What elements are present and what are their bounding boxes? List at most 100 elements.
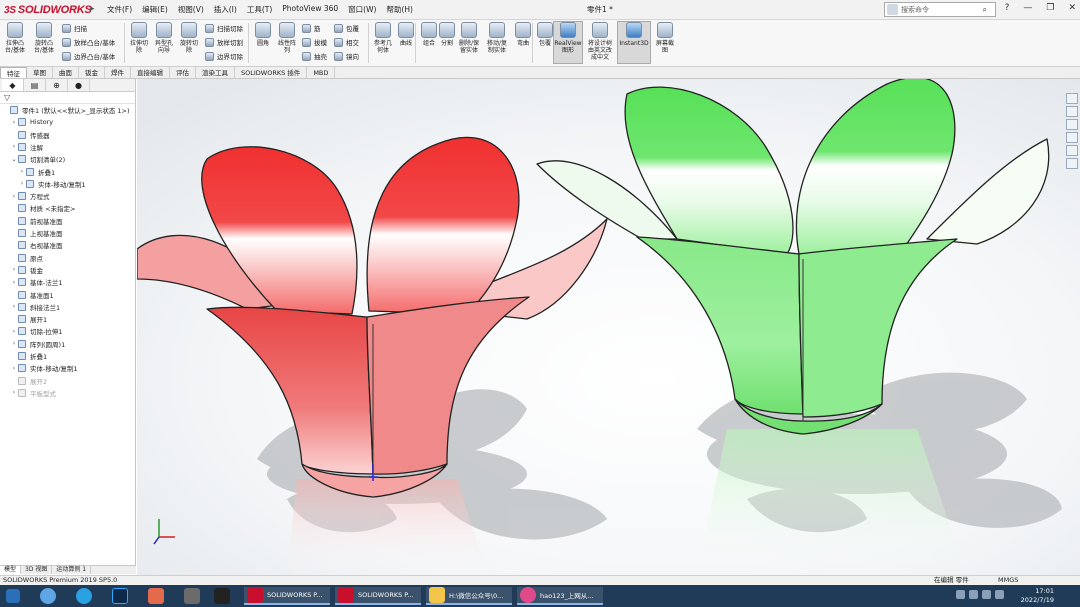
feature-tree-item[interactable]: 展开1 <box>0 313 47 325</box>
expand-arrow-icon[interactable]: › <box>10 193 18 200</box>
sweep-button[interactable]: 扫描 <box>62 23 87 33</box>
photoshop-icon[interactable] <box>112 587 128 605</box>
display-manager-tab-icon[interactable]: ● <box>68 79 90 91</box>
search-scope-icon[interactable] <box>887 4 898 15</box>
close-icon[interactable]: ✕ <box>1068 3 1076 13</box>
zoom-area-icon[interactable]: ⊕ <box>507 79 514 80</box>
network-icon[interactable] <box>969 590 978 599</box>
revolve-boss-button[interactable]: 旋转凸 台/基体 <box>31 22 57 54</box>
boundary-cut-button[interactable]: 边界切除 <box>205 51 243 61</box>
help-icon[interactable]: ? <box>1005 3 1010 13</box>
design-library-icon[interactable] <box>1066 119 1078 130</box>
feature-tree-item[interactable]: 基准面1 <box>0 289 54 301</box>
menu-insert[interactable]: 插入(I) <box>209 4 242 15</box>
menu-expand-icon[interactable]: ▸ <box>90 4 95 14</box>
fillet-button[interactable]: 圆角 <box>250 22 276 47</box>
hole-wizard-button[interactable]: 异型孔 向导 <box>151 22 177 54</box>
solidworks-logo[interactable]: 3S SOLIDWORKS <box>4 2 92 18</box>
custom-properties-icon[interactable] <box>1066 158 1078 169</box>
extrude-cut-button[interactable]: 拉伸切除 <box>126 22 152 54</box>
wrap-button[interactable]: 包覆 <box>334 23 359 33</box>
rib-button[interactable]: 筋 <box>302 23 321 33</box>
clock[interactable]: 17:01 2022/7/19 <box>1021 587 1054 605</box>
feature-tree-item[interactable]: 材质 <未指定> <box>0 202 75 214</box>
expand-arrow-icon[interactable]: › <box>10 365 18 372</box>
taskbar-app-browser[interactable]: hao123_上网从... <box>517 587 603 605</box>
revolve-cut-button[interactable]: 旋转切除 <box>176 22 202 54</box>
menu-file[interactable]: 文件(F) <box>102 4 137 15</box>
file-explorer-icon[interactable] <box>1066 132 1078 143</box>
units-selector[interactable]: MMGS <box>998 576 1018 585</box>
feature-tree-item[interactable]: › 钣金 <box>0 264 43 276</box>
feature-tree-item[interactable]: 传感器 <box>0 129 50 141</box>
menu-view[interactable]: 视图(V) <box>173 4 209 15</box>
search-commands-input[interactable]: 搜索命令 ⌕ <box>884 2 996 17</box>
expand-arrow-icon[interactable]: › <box>10 143 18 150</box>
feature-tree-item[interactable]: › 阵列(圆周)1 <box>0 338 65 350</box>
move-copy-body-button[interactable]: 移动/复 制实体 <box>484 22 510 54</box>
feature-tree-item[interactable]: › 斜接法兰1 <box>0 301 60 313</box>
feature-tree-item[interactable]: 展开2 <box>0 375 47 387</box>
zoom-to-fit-icon[interactable]: ⌖ <box>497 79 502 80</box>
feature-tree-tab-icon[interactable]: ◆ <box>2 79 24 91</box>
expand-arrow-icon[interactable]: › <box>18 180 26 187</box>
home-icon[interactable] <box>1066 93 1078 104</box>
view-orientation-icon[interactable]: ◫ <box>542 79 550 80</box>
expand-arrow-icon[interactable]: › <box>10 340 18 347</box>
edit-appearance-icon[interactable]: ◐ <box>578 79 585 80</box>
360-browser-icon[interactable] <box>76 587 92 605</box>
tab-mbd[interactable]: MBD <box>307 67 336 78</box>
expand-arrow-icon[interactable]: › <box>18 168 26 175</box>
mail-icon[interactable] <box>148 587 164 605</box>
app-icon[interactable] <box>184 587 200 605</box>
expand-arrow-icon[interactable]: › <box>10 328 18 335</box>
feature-tree-item[interactable]: 折叠1 <box>0 350 47 362</box>
expand-arrow-icon[interactable]: › <box>10 119 18 126</box>
previous-view-icon[interactable]: ↶ <box>518 79 525 80</box>
feature-tree-item[interactable]: › 实体-移动/复制1 <box>0 178 86 190</box>
instant3d-button[interactable]: Instant3D <box>617 21 651 64</box>
custom-macro-button[interactable]: 将设计树 由英文改 成中文 <box>584 22 616 61</box>
tab-sketch[interactable]: 草图 <box>27 67 53 78</box>
menu-edit[interactable]: 编辑(E) <box>137 4 173 15</box>
resources-icon[interactable] <box>1066 106 1078 117</box>
tab-weldments[interactable]: 焊件 <box>105 67 131 78</box>
mirror-button[interactable]: 镜向 <box>334 51 359 61</box>
feature-tree-item[interactable]: ⌄ 切割清单(2) <box>0 153 65 165</box>
boundary-boss-button[interactable]: 边界凸台/基体 <box>62 51 115 61</box>
taskbar-app-solidworks-2[interactable]: SOLIDWORKS P... <box>335 587 421 605</box>
tab-motion-study[interactable]: 运动算例 1 <box>52 566 92 574</box>
intersect-button[interactable]: 相交 <box>334 37 359 47</box>
taskbar-app-solidworks-1[interactable]: SOLIDWORKS P... <box>244 587 330 605</box>
feature-tree-item[interactable]: › 切除-拉伸1 <box>0 325 62 337</box>
expand-arrow-icon[interactable]: › <box>10 303 18 310</box>
section-view-icon[interactable]: ◧ <box>530 79 538 80</box>
feature-tree-item[interactable]: › History <box>0 116 53 128</box>
expand-arrow-icon[interactable]: ⌄ <box>10 156 18 163</box>
hide-show-items-icon[interactable]: ◉ <box>566 79 573 80</box>
view-settings-icon[interactable]: ▭ <box>603 79 611 80</box>
loft-button[interactable]: 放样凸台/基体 <box>62 37 115 47</box>
display-style-icon[interactable]: ◈ <box>555 79 561 80</box>
restore-icon[interactable]: ❐ <box>1046 3 1054 13</box>
feature-tree-item[interactable]: › 平板型式 <box>0 387 56 399</box>
apply-scene-icon[interactable]: ▣ <box>590 79 598 80</box>
swept-cut-button[interactable]: 扫描切除 <box>205 23 243 33</box>
volume-icon[interactable] <box>982 590 991 599</box>
tab-surfaces[interactable]: 曲面 <box>53 67 79 78</box>
extrude-boss-button[interactable]: 拉伸凸 台/基体 <box>2 22 28 54</box>
appearances-icon[interactable] <box>1066 145 1078 156</box>
linear-pattern-button[interactable]: 线性阵列 <box>274 22 300 54</box>
graphics-area[interactable]: ⌖ ⊕ ↶ ◧ ◫ ◈ ◉ ◐ ▣ ▭ ▭ ❐ ▢ ✕ <box>137 79 1080 575</box>
filter-icon[interactable]: ▽ <box>0 92 135 104</box>
screen-capture-button[interactable]: 屏幕截图 <box>652 22 678 54</box>
minimize-icon[interactable]: — <box>1023 3 1032 13</box>
feature-tree-item[interactable]: › 实体-移动/复制1 <box>0 362 78 374</box>
tab-model[interactable]: 模型 <box>0 566 22 574</box>
feature-tree-item[interactable]: 右视基准面 <box>0 239 63 251</box>
search-icon[interactable]: ⌕ <box>983 5 987 15</box>
expand-arrow-icon[interactable]: › <box>10 279 18 286</box>
menu-tools[interactable]: 工具(T) <box>242 4 277 15</box>
delete-keep-body-button[interactable]: 删除/保 留实体 <box>456 22 482 54</box>
expand-arrow-icon[interactable]: › <box>10 266 18 273</box>
